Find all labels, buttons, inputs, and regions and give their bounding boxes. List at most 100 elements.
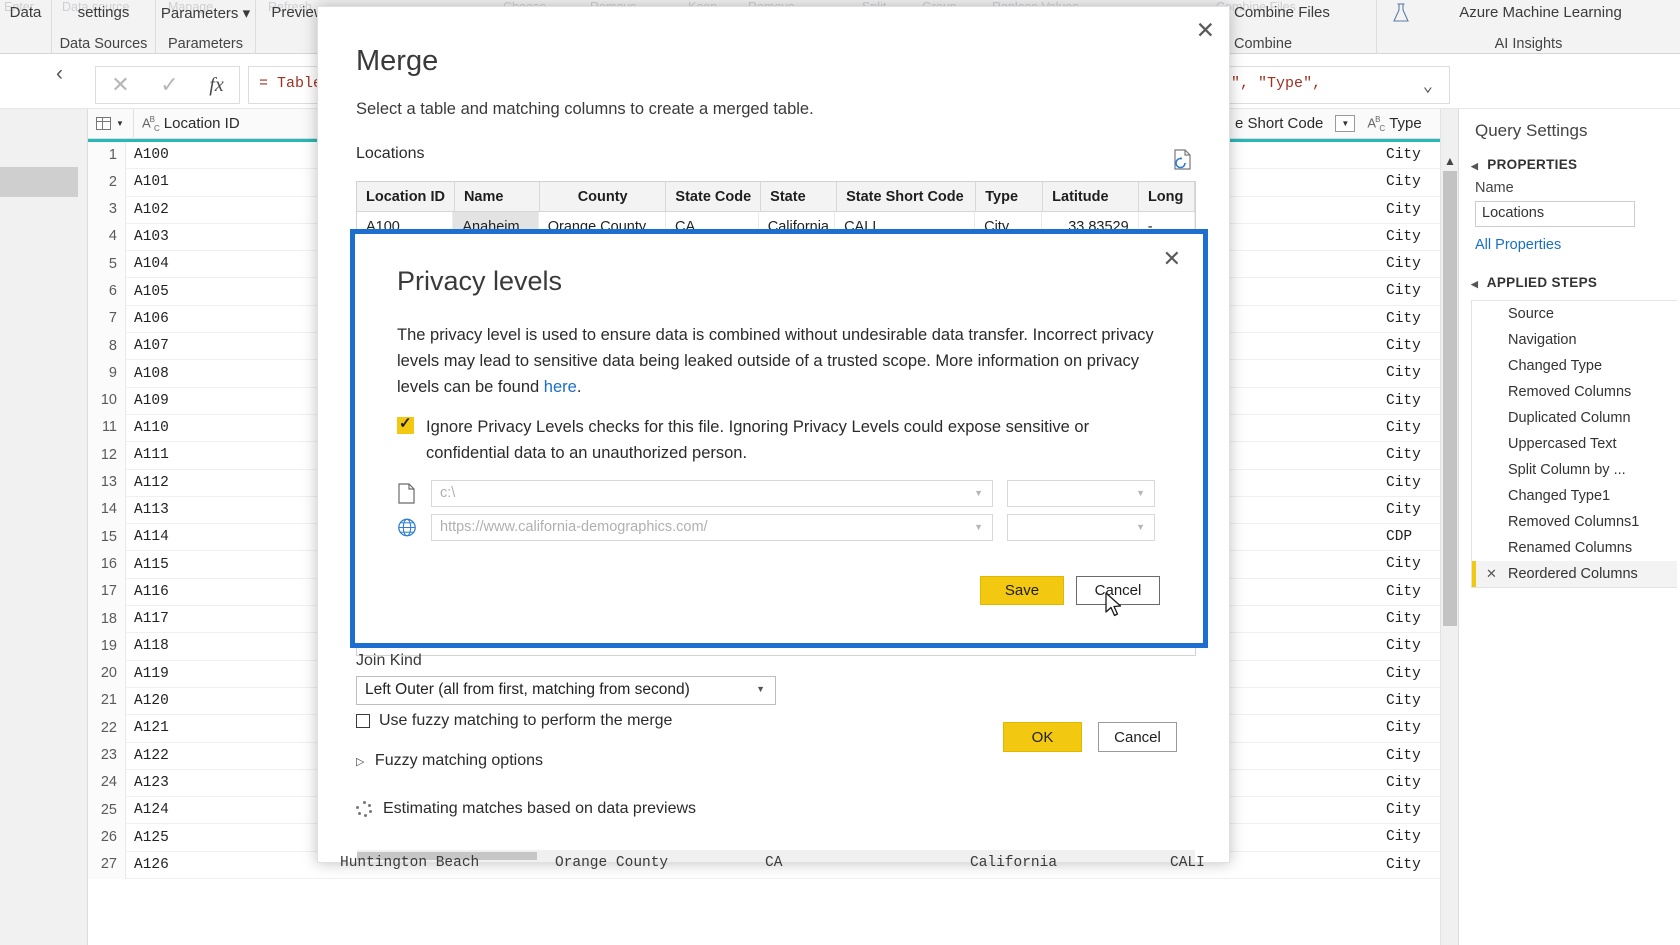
applied-step-6[interactable]: Split Column by ... <box>1472 457 1677 483</box>
privacy-dialog-close-button[interactable]: ✕ <box>1163 248 1181 270</box>
column-header-location-id[interactable]: ABC Location ID <box>134 109 339 139</box>
formula-accept-icon[interactable]: ✓ <box>160 72 178 98</box>
applied-step-10[interactable]: ✕ Reordered Columns <box>1472 561 1677 587</box>
cell-location-id[interactable]: A105 <box>126 284 331 300</box>
cell-location-id[interactable]: A116 <box>126 584 331 600</box>
properties-section-header[interactable]: ◀ PROPERTIES <box>1459 151 1680 176</box>
refresh-preview-icon[interactable] <box>1171 147 1197 173</box>
merge-column-header[interactable]: State Short Code <box>837 182 977 211</box>
collapse-queries-pane-chevron[interactable]: ‹ <box>56 62 63 86</box>
ribbon-caption-parameters: Parameters <box>168 36 243 52</box>
privacy-level-select-web[interactable]: ▼ <box>1007 514 1155 541</box>
grid-select-all-button[interactable]: ▼ <box>88 109 134 139</box>
privacy-source-path-file[interactable]: c:\ ▼ <box>431 480 993 507</box>
cell-location-id[interactable]: A102 <box>126 202 331 218</box>
merge-column-header[interactable]: County <box>540 182 667 211</box>
fuzzy-matching-options-toggle[interactable]: ▷ Fuzzy matching options <box>356 752 543 770</box>
applied-step-3[interactable]: Removed Columns <box>1472 379 1677 405</box>
fuzzy-matching-checkbox[interactable] <box>356 714 370 728</box>
privacy-here-link[interactable]: here <box>544 378 577 396</box>
cell-location-id[interactable]: A126 <box>126 857 331 873</box>
queries-pane-selected-strip <box>0 167 78 197</box>
query-name-input[interactable]: Locations <box>1475 201 1635 227</box>
cell-location-id[interactable]: A109 <box>126 393 331 409</box>
applied-step-5[interactable]: Uppercased Text <box>1472 431 1677 457</box>
cell-location-id[interactable]: A112 <box>126 475 331 491</box>
ribbon-group-data-sources[interactable]: settings Data Sources <box>52 0 156 54</box>
ignore-privacy-levels-checkbox[interactable] <box>397 414 414 434</box>
cell-location-id[interactable]: A111 <box>126 447 331 463</box>
cell-location-id[interactable]: A101 <box>126 174 331 190</box>
bg-cell-name: Huntington Beach <box>340 855 480 871</box>
cell-location-id[interactable]: A118 <box>126 638 331 654</box>
merge-ok-button[interactable]: OK <box>1003 722 1082 752</box>
queries-pane-collapsed[interactable] <box>0 109 88 945</box>
cell-location-id[interactable]: A113 <box>126 502 331 518</box>
cell-location-id[interactable]: A108 <box>126 366 331 382</box>
applied-steps-list: Source Navigation Changed Type Removed Colu… <box>1471 300 1677 588</box>
merge-column-header[interactable]: State <box>761 182 838 211</box>
cell-location-id[interactable]: A123 <box>126 775 331 791</box>
join-kind-select[interactable]: Left Outer (all from first, matching fro… <box>356 676 776 705</box>
merge-column-header[interactable]: Location ID <box>357 182 455 211</box>
formula-cancel-icon[interactable]: ✕ <box>111 72 129 98</box>
cell-location-id[interactable]: A124 <box>126 802 331 818</box>
cell-location-id[interactable]: A115 <box>126 557 331 573</box>
privacy-cancel-button[interactable]: Cancel <box>1076 576 1160 605</box>
applied-step-7[interactable]: Changed Type1 <box>1472 483 1677 509</box>
cell-location-id[interactable]: A104 <box>126 256 331 272</box>
row-number: 26 <box>88 823 126 852</box>
privacy-level-select-file[interactable]: ▼ <box>1007 480 1155 507</box>
ribbon-group-parameters[interactable]: Parameters ▾ Parameters <box>156 0 256 54</box>
merge-column-header[interactable]: State Code <box>666 182 762 211</box>
all-properties-link[interactable]: All Properties <box>1459 227 1680 253</box>
applied-step-4[interactable]: Duplicated Column <box>1472 405 1677 431</box>
cell-location-id[interactable]: A120 <box>126 693 331 709</box>
file-icon <box>398 483 415 504</box>
scrollbar-thumb[interactable] <box>1443 171 1457 626</box>
formula-expand-chevron[interactable]: ⌄ <box>1423 76 1433 97</box>
ribbon-group-combine[interactable]: Combine Files Combine <box>1212 0 1377 54</box>
merge-column-header[interactable]: Name <box>455 182 540 211</box>
ribbon-group-data[interactable]: Data <box>0 0 52 54</box>
applied-step-8[interactable]: Removed Columns1 <box>1472 509 1677 535</box>
merge-dialog-close-button[interactable]: ✕ <box>1196 19 1215 42</box>
formula-fx-icon[interactable]: fx <box>209 74 223 97</box>
delete-step-icon[interactable]: ✕ <box>1486 561 1497 587</box>
cell-location-id[interactable]: A100 <box>126 147 331 163</box>
applied-step-2[interactable]: Changed Type <box>1472 353 1677 379</box>
merge-column-header[interactable]: Latitude <box>1043 182 1139 211</box>
cell-location-id[interactable]: A103 <box>126 229 331 245</box>
cell-location-id[interactable]: A107 <box>126 338 331 354</box>
ribbon-caption-combine: Combine <box>1234 36 1293 52</box>
cell-location-id[interactable]: A106 <box>126 311 331 327</box>
applied-step-1[interactable]: Navigation <box>1472 327 1677 353</box>
cell-location-id[interactable]: A121 <box>126 720 331 736</box>
privacy-source-path-web[interactable]: https://www.california-demographics.com/… <box>431 514 993 541</box>
cell-location-id[interactable]: A110 <box>126 420 331 436</box>
applied-step-0[interactable]: Source <box>1472 301 1677 327</box>
cell-location-id[interactable]: A122 <box>126 748 331 764</box>
applied-steps-section-header[interactable]: ◀ APPLIED STEPS <box>1459 253 1680 294</box>
cell-location-id[interactable]: A119 <box>126 666 331 682</box>
column-filter-button[interactable]: ▼ <box>1335 115 1356 132</box>
row-number: 7 <box>88 305 126 333</box>
query-settings-pane: Query Settings ◀ PROPERTIES Name Locatio… <box>1458 109 1680 945</box>
ignore-privacy-levels-row[interactable]: Ignore Privacy Levels checks for this fi… <box>397 414 1167 466</box>
power-query-editor-window: Enter Data source Manage Refresh Choose … <box>0 0 1680 945</box>
cell-location-id[interactable]: A125 <box>126 830 331 846</box>
fuzzy-matching-checkbox-row[interactable]: Use fuzzy matching to perform the merge <box>356 712 672 730</box>
chevron-down-icon-source-file: ▼ <box>974 488 983 498</box>
scroll-up-arrow[interactable]: ▲ <box>1441 154 1459 168</box>
cell-location-id[interactable]: A117 <box>126 611 331 627</box>
privacy-save-button[interactable]: Save <box>980 576 1064 605</box>
abc-type-icon: ABC <box>142 114 160 133</box>
merge-cancel-button[interactable]: Cancel <box>1098 722 1177 752</box>
applied-step-9[interactable]: Renamed Columns <box>1472 535 1677 561</box>
cell-location-id[interactable]: A114 <box>126 529 331 545</box>
merge-column-header[interactable]: Type <box>976 182 1044 211</box>
ribbon-group-ai-insights[interactable]: Azure Machine Learning AI Insights <box>1377 0 1680 54</box>
grid-vertical-scrollbar[interactable]: ▲ <box>1440 109 1458 945</box>
merge-column-header[interactable]: Long <box>1139 182 1195 211</box>
column-header-short-code-label: e Short Code <box>1235 115 1324 132</box>
